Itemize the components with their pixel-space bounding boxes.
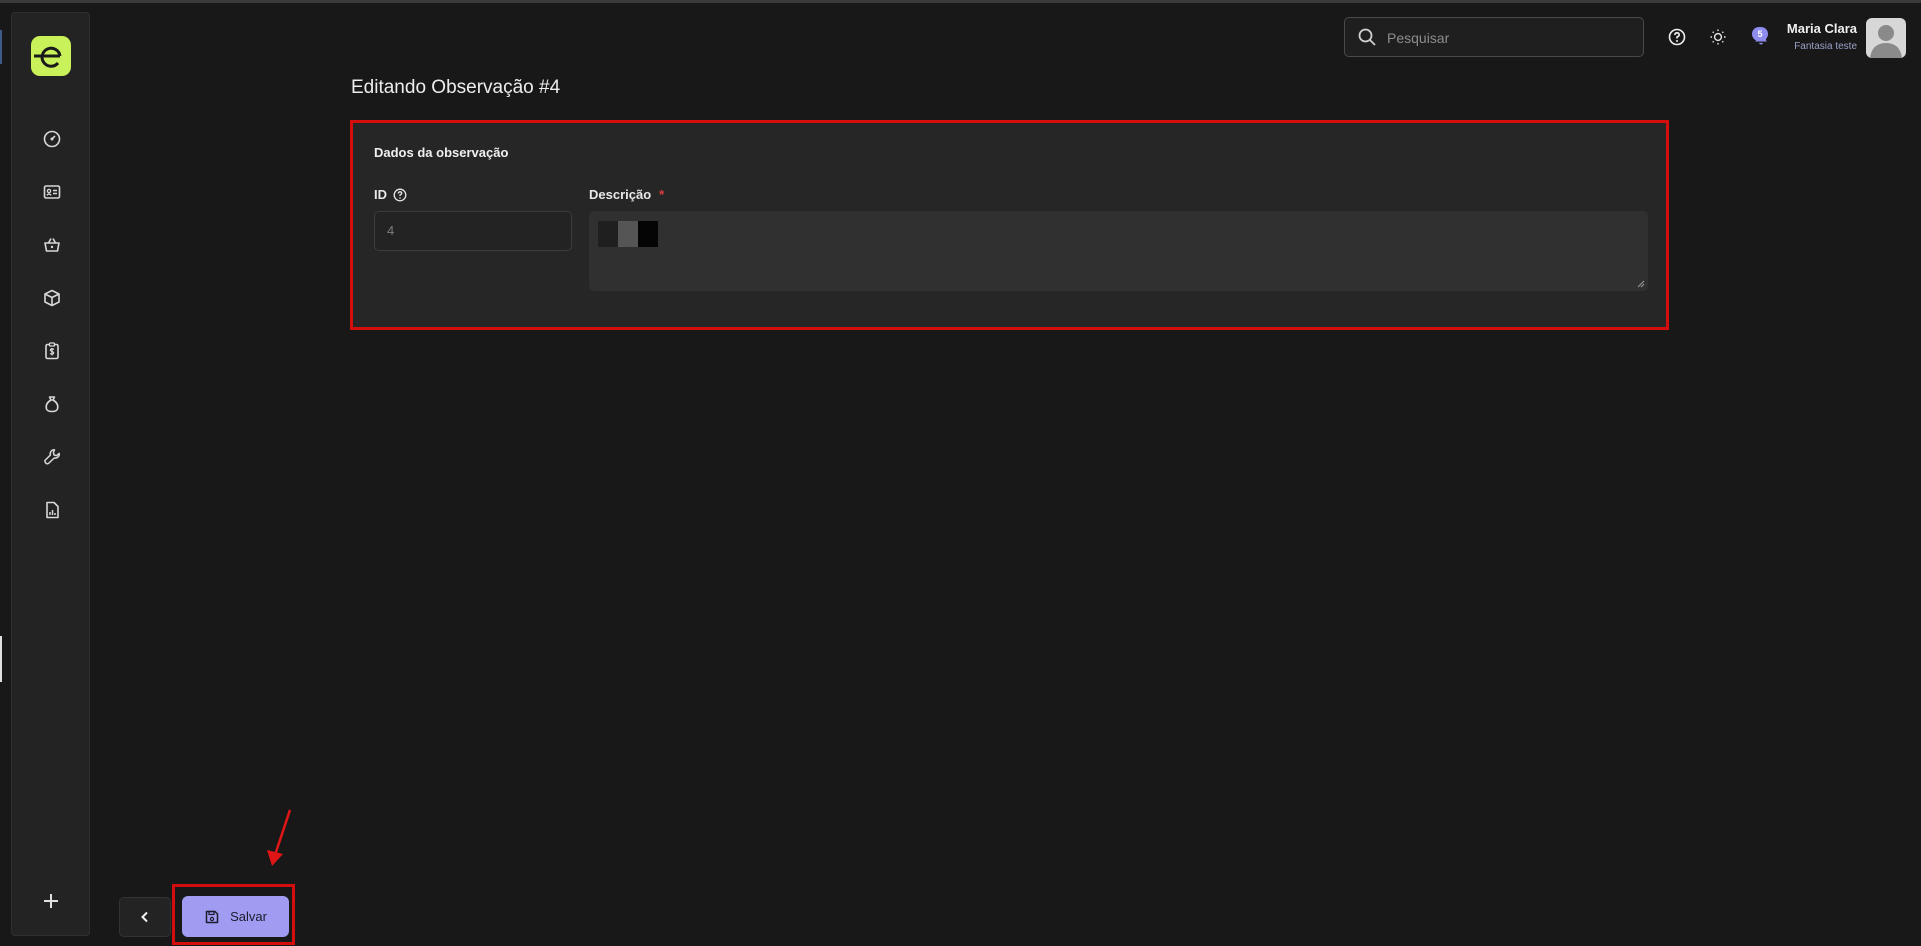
description-textarea[interactable]	[589, 211, 1648, 291]
sidebar-item-contacts[interactable]	[40, 180, 64, 204]
section-title: Dados da observação	[374, 145, 509, 160]
money-bag-icon	[45, 396, 59, 413]
id-label-group: ID	[374, 187, 407, 202]
save-button-label: Salvar	[230, 909, 267, 924]
contact-card-icon	[43, 185, 61, 199]
save-button[interactable]: Salvar	[182, 896, 289, 937]
user-company: Fantasia teste	[1794, 41, 1857, 52]
sidebar-item-sales[interactable]	[40, 233, 64, 257]
floppy-disk-icon	[205, 910, 219, 923]
required-marker: *	[659, 187, 665, 202]
search-box[interactable]	[1344, 17, 1644, 57]
report-chart-icon	[46, 501, 59, 519]
sidebar-item-reports[interactable]	[40, 498, 64, 522]
search-icon	[1358, 28, 1376, 46]
id-label: ID	[374, 187, 387, 202]
avatar[interactable]	[1866, 18, 1906, 58]
notifications-count-badge: 5	[1752, 27, 1768, 41]
sidebar-item-products[interactable]	[40, 286, 64, 310]
id-field: 4	[374, 211, 572, 251]
description-label: Descrição	[589, 187, 652, 202]
add-plus-icon[interactable]	[39, 889, 63, 913]
page-title: Editando Observação #4	[351, 77, 561, 98]
app-logo[interactable]	[31, 36, 71, 76]
redacted-block	[598, 221, 618, 247]
redacted-block	[638, 221, 658, 247]
help-question-icon[interactable]	[393, 188, 407, 202]
chevron-left-icon	[141, 911, 148, 923]
box-package-icon	[44, 289, 60, 307]
help-button[interactable]	[1666, 26, 1688, 48]
back-button[interactable]	[119, 897, 171, 937]
observation-form-card: Dados da observação ID 4 Descrição *	[350, 120, 1669, 330]
resize-handle-icon[interactable]	[1637, 280, 1645, 288]
user-avatar-icon	[1870, 25, 1902, 58]
annotation-arrow	[267, 809, 292, 866]
shopping-basket-icon	[44, 238, 60, 252]
sidebar-item-dashboard[interactable]	[40, 127, 64, 151]
description-label-group: Descrição *	[589, 187, 664, 202]
left-edge-marker	[0, 636, 2, 682]
sun-icon	[1710, 29, 1726, 45]
window-top-border	[0, 0, 1921, 3]
clipboard-dollar-icon	[45, 342, 59, 360]
dashboard-gauge-icon	[43, 130, 61, 148]
redacted-block	[618, 221, 638, 247]
sidebar-item-billing[interactable]	[40, 339, 64, 363]
help-question-icon	[1668, 28, 1686, 46]
search-input[interactable]	[1385, 26, 1629, 50]
wrench-tools-icon	[44, 449, 60, 465]
left-edge-marker	[0, 30, 2, 64]
sidebar-item-finance[interactable]	[40, 392, 64, 416]
sidebar	[11, 12, 90, 936]
sidebar-item-tools[interactable]	[40, 445, 64, 469]
user-name[interactable]: Maria Clara	[1787, 21, 1857, 36]
logo-e-icon	[34, 46, 62, 68]
theme-toggle-button[interactable]	[1707, 26, 1729, 48]
